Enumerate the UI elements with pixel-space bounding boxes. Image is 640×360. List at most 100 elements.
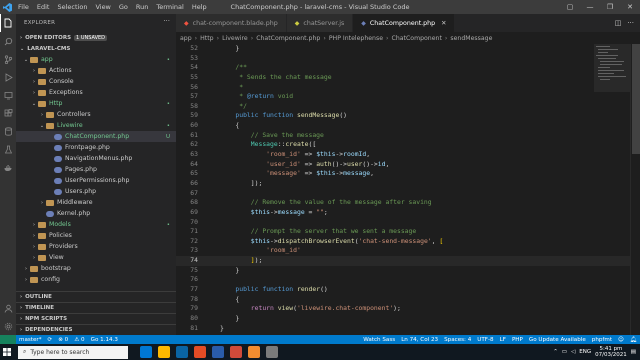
maximize-button[interactable]: ❐ (600, 0, 620, 14)
minimize-button[interactable]: — (580, 0, 600, 14)
source-control-icon[interactable] (0, 50, 16, 68)
taskbar-app-icon[interactable] (158, 346, 170, 358)
warnings-count[interactable]: ⚠ 0 (71, 337, 87, 343)
tree-item[interactable]: › Policies (16, 230, 176, 241)
tree-item[interactable]: › Actions (16, 65, 176, 76)
tree-item[interactable]: Pages.php (16, 164, 176, 175)
editor-scrollbar[interactable] (630, 44, 640, 335)
remote-explorer-icon[interactable] (0, 86, 16, 104)
breadcrumb-item[interactable]: sendMessage (450, 35, 492, 42)
editor-tab[interactable]: ◆ chatServer.js (286, 14, 354, 32)
taskbar-app-icon[interactable] (194, 346, 206, 358)
breadcrumb-item[interactable]: PHP Intelephense (329, 35, 383, 42)
close-tab-icon[interactable]: ✕ (441, 20, 446, 27)
menu-item-help[interactable]: Help (188, 3, 211, 11)
go-version[interactable]: Go 1.14.3 (88, 337, 121, 343)
feedback-icon[interactable]: ☺ (615, 337, 627, 343)
tree-item[interactable]: › Exceptions (16, 87, 176, 98)
remote-indicator-icon[interactable] (0, 335, 16, 344)
breadcrumb-item[interactable]: app (180, 35, 192, 42)
section-outline[interactable]: › OUTLINE (16, 291, 176, 302)
indentation[interactable]: Spaces: 4 (441, 337, 474, 343)
more-actions-icon[interactable]: ··· (627, 19, 634, 27)
errors-count[interactable]: ⊗ 0 (55, 337, 71, 343)
cursor-position[interactable]: Ln 74, Col 23 (398, 337, 441, 343)
end-of-line[interactable]: LF (497, 337, 509, 343)
breadcrumb-item[interactable]: Http (200, 35, 213, 42)
tree-item[interactable]: Frontpage.php (16, 142, 176, 153)
tree-item[interactable]: NavigationMenus.php (16, 153, 176, 164)
taskbar-app-icon[interactable] (212, 346, 224, 358)
section-timeline[interactable]: › TIMELINE (16, 302, 176, 313)
formatter[interactable]: phpfmt (589, 337, 615, 343)
menu-item-terminal[interactable]: Terminal (152, 3, 187, 11)
tray-chevron-icon[interactable]: ⌃ (553, 349, 558, 355)
notification-center-icon[interactable]: ▤ (631, 349, 636, 355)
close-button[interactable]: ✕ (620, 0, 640, 14)
menu-item-edit[interactable]: Edit (33, 3, 54, 11)
explorer-icon[interactable] (0, 14, 16, 32)
tree-item[interactable]: › View (16, 252, 176, 263)
more-actions-icon[interactable]: ··· (163, 17, 170, 25)
network-icon[interactable]: ▭ (562, 349, 567, 355)
taskbar-search-input[interactable]: ⌕ Type here to search (18, 345, 128, 359)
tree-item[interactable]: ⌄ Http • (16, 98, 176, 109)
tree-item[interactable]: ⌄ Livewire • (16, 120, 176, 131)
taskbar-app-icon[interactable] (266, 346, 278, 358)
split-editor-icon[interactable]: ◫ (615, 19, 622, 27)
tree-item[interactable]: › config (16, 274, 176, 285)
editor-tab[interactable]: ◆ chat-component.blade.php (176, 14, 287, 32)
minimap[interactable] (594, 44, 630, 335)
tree-item[interactable]: › Middleware (16, 197, 176, 208)
database-icon[interactable] (0, 122, 16, 140)
menu-item-go[interactable]: Go (115, 3, 132, 11)
settings-gear-icon[interactable] (0, 317, 16, 335)
breadcrumb-item[interactable]: Livewire (222, 35, 248, 42)
menu-item-run[interactable]: Run (132, 3, 152, 11)
taskbar-app-icon[interactable] (230, 346, 242, 358)
tree-item[interactable]: › Console (16, 76, 176, 87)
taskbar-app-icon[interactable] (176, 346, 188, 358)
search-icon[interactable] (0, 32, 16, 50)
breadcrumb-item[interactable]: ChatComponent.php (256, 35, 320, 42)
go-update[interactable]: Go Update Available (526, 337, 589, 343)
tree-item[interactable]: › Models • (16, 219, 176, 230)
tree-item[interactable]: ⌄ app • (16, 54, 176, 65)
editor-tab[interactable]: ◆ ChatComponent.php ✕ (353, 14, 456, 32)
tree-item[interactable]: › Providers (16, 241, 176, 252)
tree-item[interactable]: Kernel.php (16, 208, 176, 219)
watch-sass[interactable]: Watch Sass (360, 337, 398, 343)
run-debug-icon[interactable] (0, 68, 16, 86)
tree-item[interactable]: ChatComponent.php U (16, 131, 176, 142)
tree-item[interactable]: Users.php (16, 186, 176, 197)
tree-item[interactable]: UserPermissions.php (16, 175, 176, 186)
language-indicator[interactable]: ENG (579, 349, 591, 355)
account-icon[interactable] (0, 299, 16, 317)
menu-item-view[interactable]: View (91, 3, 114, 11)
sync-icon[interactable]: ⟳ (45, 337, 56, 343)
notifications-icon[interactable]: 🔔︎ (627, 337, 640, 343)
breadcrumb-item[interactable]: ChatComponent (392, 35, 442, 42)
tree-item[interactable]: › bootstrap (16, 263, 176, 274)
windows-start-icon[interactable] (0, 344, 14, 360)
layout-icon[interactable]: ▢ (560, 0, 580, 14)
section-dependencies[interactable]: › DEPENDENCIES (16, 324, 176, 335)
git-branch[interactable]: master* (16, 337, 45, 343)
open-editors-section[interactable]: › OPEN EDITORS 1 UNSAVED (16, 32, 176, 43)
docker-icon[interactable] (0, 158, 16, 176)
code-editor[interactable]: 52 } 53 54 /** 55 * Sends the chat message 5… (176, 44, 640, 335)
section-npm-scripts[interactable]: › NPM SCRIPTS (16, 313, 176, 324)
encoding[interactable]: UTF-8 (474, 337, 496, 343)
tree-item[interactable]: › Controllers (16, 109, 176, 120)
clock[interactable]: 5:41 pm 07/03/2021 (595, 346, 627, 358)
project-section[interactable]: ⌄ LARAVEL-CMS (16, 43, 176, 54)
extensions-icon[interactable] (0, 104, 16, 122)
language-mode[interactable]: PHP (509, 337, 526, 343)
menu-item-selection[interactable]: Selection (53, 3, 91, 11)
menu-item-file[interactable]: File (14, 3, 33, 11)
testing-icon[interactable] (0, 140, 16, 158)
line-number: 81 (190, 323, 198, 332)
volume-icon[interactable]: ◁ (571, 349, 575, 355)
taskbar-app-icon[interactable] (248, 346, 260, 358)
taskbar-app-icon[interactable] (140, 346, 152, 358)
